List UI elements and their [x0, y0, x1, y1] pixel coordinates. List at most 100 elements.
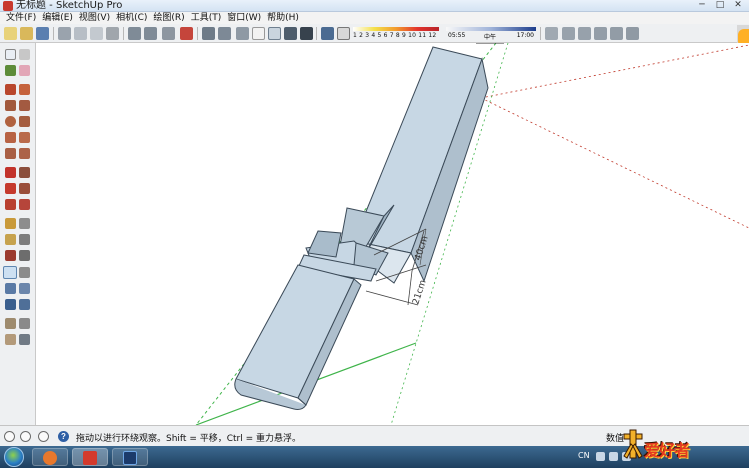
- taskbar-sketchup[interactable]: [72, 448, 108, 466]
- pan-icon[interactable]: [19, 267, 30, 278]
- pie-icon[interactable]: [19, 148, 30, 159]
- zoom-extents-icon[interactable]: [5, 299, 16, 310]
- fog-toggle-icon[interactable]: [337, 27, 350, 40]
- look-around-icon[interactable]: [19, 318, 30, 329]
- menu-camera[interactable]: 相机(C): [113, 12, 150, 24]
- hidden-line-style-icon[interactable]: [252, 27, 265, 40]
- eraser-icon[interactable]: [19, 65, 30, 76]
- shadow-toggle-icon[interactable]: [321, 27, 334, 40]
- orbit-icon[interactable]: [3, 266, 17, 279]
- right-view-icon[interactable]: [594, 27, 607, 40]
- taskbar-photoshop[interactable]: [112, 448, 148, 466]
- erase-icon[interactable]: [106, 27, 119, 40]
- credits-icon[interactable]: [20, 431, 31, 442]
- menu-file[interactable]: 文件(F): [3, 12, 39, 24]
- new-file-icon[interactable]: [4, 27, 17, 40]
- menu-help[interactable]: 帮助(H): [264, 12, 302, 24]
- monochrome-style-icon[interactable]: [300, 27, 313, 40]
- left-view-icon[interactable]: [626, 27, 639, 40]
- menu-bar: 文件(F) 编辑(E) 视图(V) 相机(C) 绘图(R) 工具(T) 窗口(W…: [0, 12, 749, 24]
- walk-icon[interactable]: [5, 334, 16, 345]
- paint-bucket-icon[interactable]: [5, 65, 16, 76]
- select-arrow-icon[interactable]: [5, 49, 16, 60]
- shadow-time-mid: 中午: [484, 34, 497, 41]
- back-view-icon[interactable]: [610, 27, 623, 40]
- shadow-month-numbers: 1 2 3 4 5 6 7 8 9 10 11 12: [353, 32, 437, 39]
- follow-me-icon[interactable]: [19, 183, 30, 194]
- front-view-icon[interactable]: [578, 27, 591, 40]
- offset-icon[interactable]: [19, 199, 30, 210]
- save-icon[interactable]: [36, 27, 49, 40]
- cut-icon[interactable]: [58, 27, 71, 40]
- rotate-icon[interactable]: [5, 183, 16, 194]
- info-icon[interactable]: ?: [58, 431, 69, 442]
- minimize-button[interactable]: ─: [695, 0, 709, 11]
- ime-indicator[interactable]: CN: [578, 451, 590, 460]
- start-button[interactable]: [4, 447, 24, 467]
- dimension-label-21: 21cm: [411, 279, 428, 306]
- back-edges-style-icon[interactable]: [218, 27, 231, 40]
- open-folder-icon[interactable]: [20, 27, 33, 40]
- geo-location-icon[interactable]: [4, 431, 15, 442]
- window-title: 无标题 - SketchUp Pro: [16, 0, 123, 11]
- menu-window[interactable]: 窗口(W): [224, 12, 264, 24]
- shadow-date-slider[interactable]: 1 2 3 4 5 6 7 8 9 10 11 12: [353, 25, 439, 41]
- joint-face-left: [307, 230, 342, 258]
- status-hint-text: 拖动以进行环绕观察。Shift = 平移，Ctrl = 重力悬浮。: [76, 434, 301, 444]
- circle-icon[interactable]: [5, 116, 16, 127]
- three-point-arc-icon[interactable]: [5, 148, 16, 159]
- line-icon[interactable]: [5, 84, 16, 95]
- iso-view-icon[interactable]: [545, 27, 558, 40]
- model-info-icon[interactable]: [180, 27, 193, 40]
- menu-view[interactable]: 视图(V): [76, 12, 113, 24]
- polygon-icon[interactable]: [19, 116, 30, 127]
- undo-icon[interactable]: [128, 27, 141, 40]
- toolbar-separator: [540, 27, 541, 40]
- arc-icon[interactable]: [5, 132, 16, 143]
- push-pull-icon[interactable]: [19, 167, 30, 178]
- maximize-button[interactable]: □: [713, 0, 727, 11]
- print-icon[interactable]: [162, 27, 175, 40]
- axes-icon[interactable]: [5, 250, 16, 261]
- menu-edit[interactable]: 编辑(E): [39, 12, 76, 24]
- dim-extension-3: [365, 290, 419, 306]
- top-view-icon[interactable]: [562, 27, 575, 40]
- shadow-month-gradient: [353, 27, 439, 31]
- toolbar-separator: [53, 27, 54, 40]
- flag-icon[interactable]: [609, 452, 618, 461]
- rotated-rectangle-icon[interactable]: [19, 100, 30, 111]
- network-icon[interactable]: [596, 452, 605, 461]
- menu-draw[interactable]: 绘图(R): [150, 12, 187, 24]
- dimension-icon[interactable]: [19, 218, 30, 229]
- xray-style-icon[interactable]: [202, 27, 215, 40]
- shaded-textures-style-icon[interactable]: [284, 27, 297, 40]
- signin-icon[interactable]: [38, 431, 49, 442]
- model-viewport[interactable]: 40cm 21cm: [36, 43, 749, 425]
- viewport-canvas[interactable]: 40cm 21cm: [36, 43, 749, 425]
- tape-measure-icon[interactable]: [5, 218, 16, 229]
- text-icon[interactable]: [19, 234, 30, 245]
- copy-icon[interactable]: [74, 27, 87, 40]
- scale-icon[interactable]: [5, 199, 16, 210]
- shadow-time-start: 05:55: [448, 32, 466, 39]
- move-icon[interactable]: [5, 167, 16, 178]
- 3d-text-icon[interactable]: [19, 250, 30, 261]
- protractor-icon[interactable]: [5, 234, 16, 245]
- zoom-window-icon[interactable]: [19, 283, 30, 294]
- redo-icon[interactable]: [144, 27, 157, 40]
- wireframe-style-icon[interactable]: [236, 27, 249, 40]
- freehand-icon[interactable]: [19, 84, 30, 95]
- rectangle-icon[interactable]: [5, 100, 16, 111]
- taskbar-firefox[interactable]: [32, 448, 68, 466]
- close-button[interactable]: ✕: [731, 0, 745, 11]
- make-component-icon[interactable]: [19, 49, 30, 60]
- previous-view-icon[interactable]: [19, 299, 30, 310]
- menu-tools[interactable]: 工具(T): [188, 12, 225, 24]
- zoom-icon[interactable]: [5, 283, 16, 294]
- two-point-arc-icon[interactable]: [19, 132, 30, 143]
- shadow-time-slider[interactable]: 05:55 中午 17:00: [446, 25, 536, 41]
- section-plane-icon[interactable]: [19, 334, 30, 345]
- shaded-style-icon[interactable]: [268, 27, 281, 40]
- paste-icon[interactable]: [90, 27, 103, 40]
- position-camera-icon[interactable]: [5, 318, 16, 329]
